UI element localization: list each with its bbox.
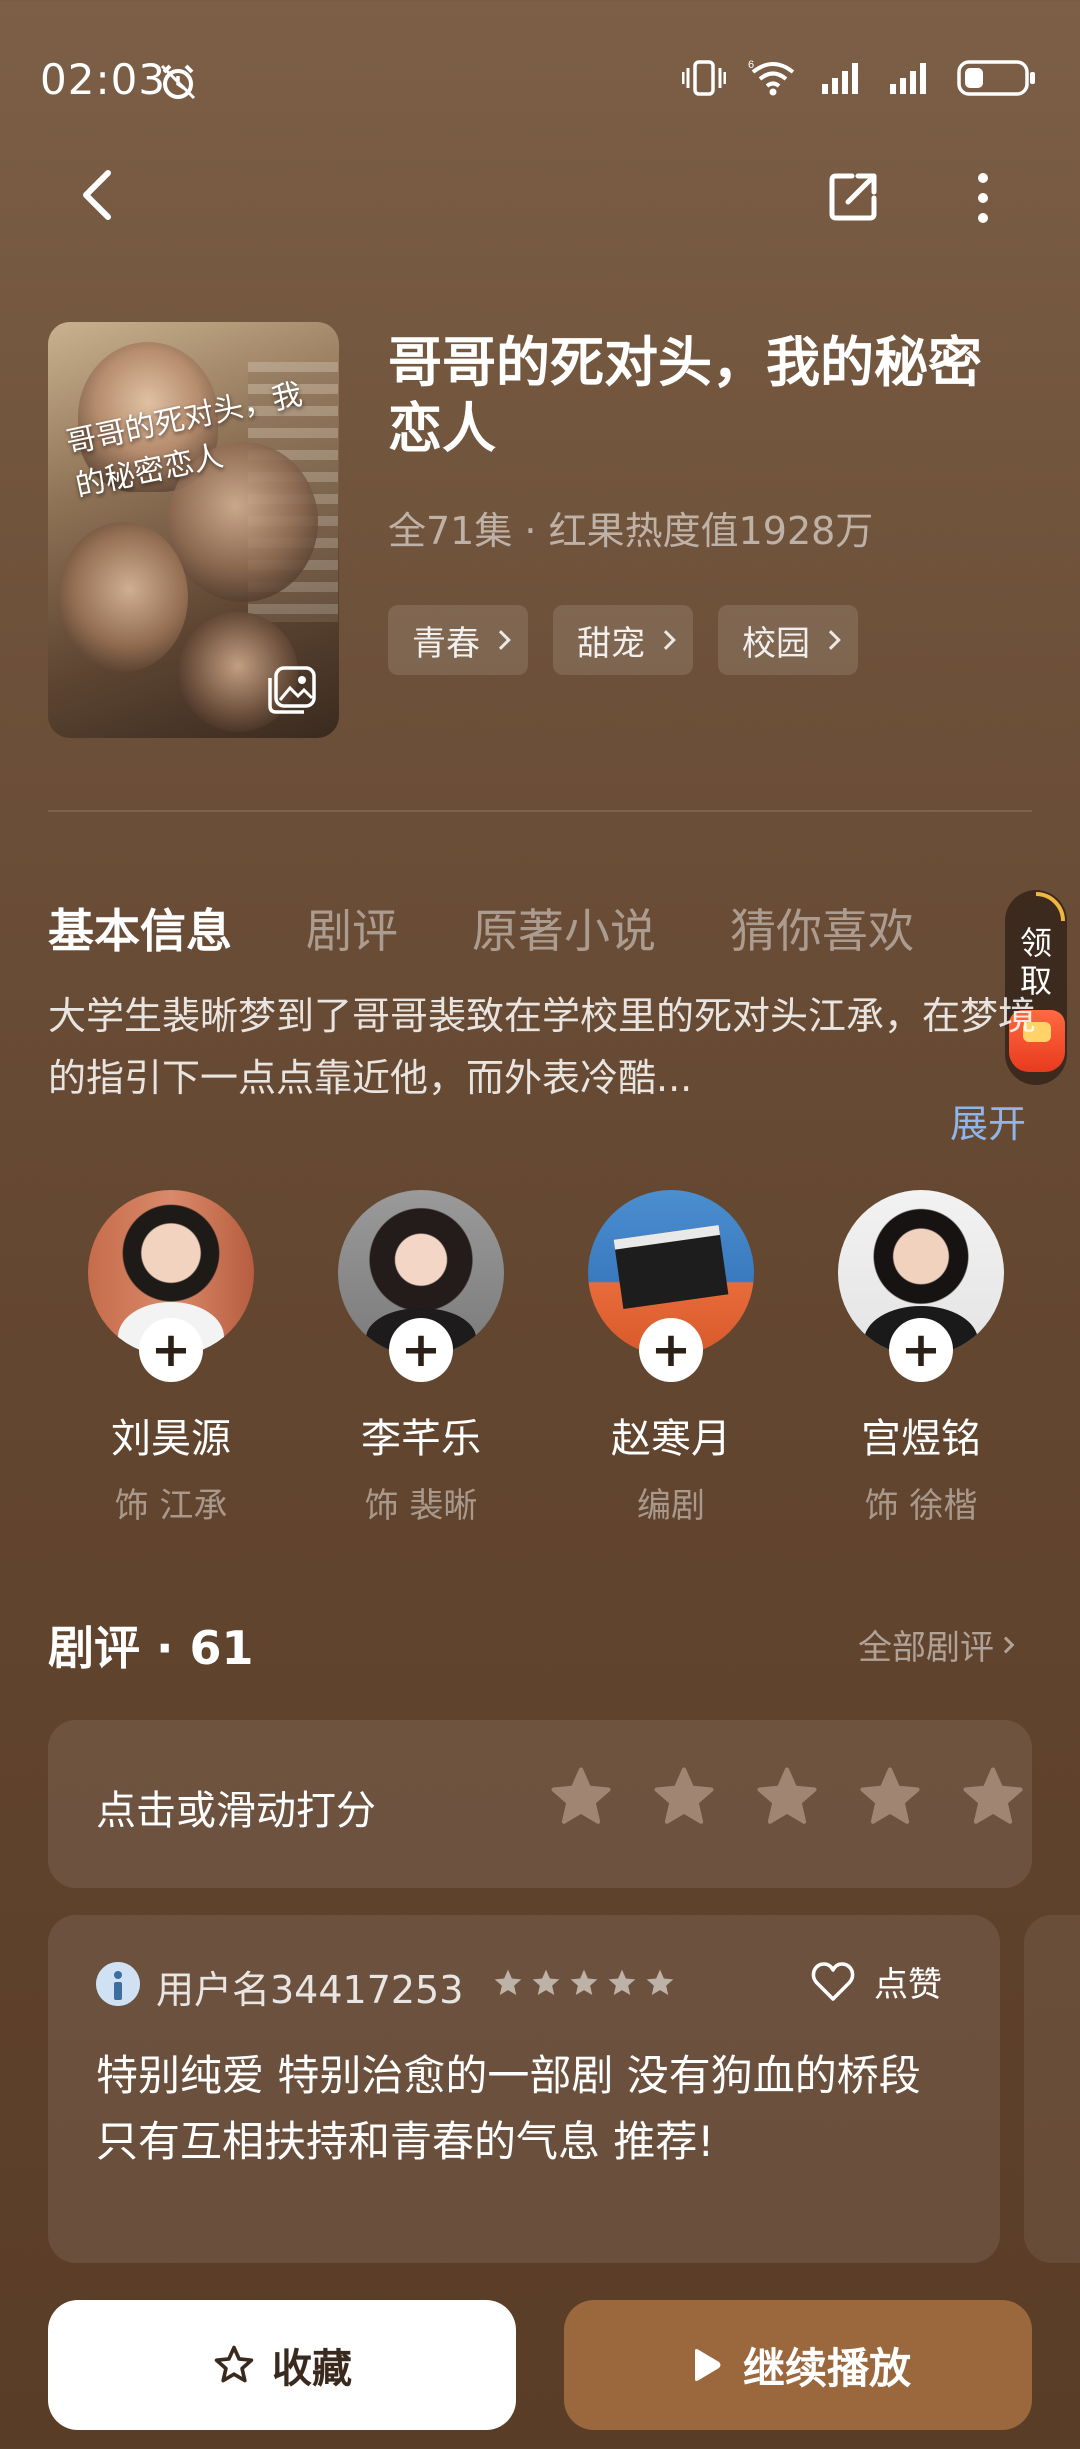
review-card-next[interactable] [1024, 1915, 1080, 2263]
divider [48, 810, 1032, 812]
star-icon [494, 1969, 522, 1995]
continue-play-label: 继续播放 [742, 2343, 911, 2393]
follow-button[interactable]: + [889, 1318, 953, 1382]
review-stars [492, 1967, 676, 1999]
tag-chip[interactable]: 青春 [388, 605, 528, 675]
avatar[interactable]: + [588, 1190, 754, 1382]
cast-list: + 刘昊源 饰 江承 + 李芊乐 饰 裴晰 + 赵寒月 编剧 + 宫煜铭 饰 徐… [0, 1190, 1080, 1530]
expand-link[interactable]: 展开 [950, 1093, 1026, 1148]
cast-role: 饰 裴晰 [364, 1486, 478, 1526]
share-icon[interactable] [826, 168, 882, 224]
chevron-right-icon [656, 630, 676, 650]
tab-recommendations[interactable]: 猜你喜欢 [730, 895, 914, 961]
cast-name: 赵寒月 [611, 1416, 731, 1462]
user-avatar [96, 1962, 140, 2006]
cast-member[interactable]: + 李芊乐 饰 裴晰 [311, 1190, 531, 1527]
show-poster[interactable]: 哥哥的死对头，我的秘密恋人 [48, 322, 339, 738]
tab-reviews[interactable]: 剧评 [306, 895, 398, 961]
user-icon [96, 1962, 140, 2006]
like-button[interactable]: 点赞 [810, 1957, 942, 2006]
tag-chip[interactable]: 甜宠 [553, 605, 693, 675]
heart-icon [811, 1961, 855, 2001]
chevron-right-icon [491, 630, 511, 650]
chevron-right-icon [821, 630, 841, 650]
like-label: 点赞 [874, 1965, 942, 2005]
chevron-right-icon [997, 1636, 1015, 1653]
rate-prompt: 点击或滑动打分 [96, 1788, 376, 1834]
star-icon[interactable] [548, 1764, 614, 1830]
cast-member[interactable]: + 宫煜铭 饰 徐楷 [811, 1190, 1031, 1527]
more-icon[interactable] [968, 168, 998, 228]
star-icon[interactable] [960, 1764, 1026, 1830]
favorite-label: 收藏 [272, 2346, 352, 2392]
review-text: 特别纯爱 特别治愈的一部剧 没有狗血的桥段 只有互相扶持和青春的气息 推荐! [96, 2051, 921, 2166]
tab-original-novel[interactable]: 原著小说 [472, 895, 656, 961]
cast-member[interactable]: + 刘昊源 饰 江承 [61, 1190, 281, 1527]
favorite-button[interactable]: 收藏 [48, 2300, 516, 2430]
tag-list: 青春 甜宠 校园 [388, 605, 858, 675]
all-reviews-link[interactable]: 全部剧评 [858, 1620, 1015, 1669]
status-time: 02:03 [40, 55, 167, 104]
star-icon [608, 1969, 636, 1995]
star-icon[interactable] [651, 1764, 717, 1830]
follow-button[interactable]: + [139, 1318, 203, 1382]
synopsis-text: 大学生裴晰梦到了哥哥裴致在学校里的死对头江承，在梦境的指引下一点点靠近他，而外表… [48, 994, 1037, 1100]
review-card[interactable]: 用户名34417253 点赞 特别纯爱 特别治愈的一部剧 没有狗血的桥段 只有互… [48, 1915, 1000, 2263]
follow-button[interactable]: + [389, 1318, 453, 1382]
cast-role: 编剧 [637, 1486, 705, 1526]
show-meta: 全71集 · 红果热度值1928万 [388, 509, 874, 553]
review-username: 用户名34417253 [156, 1968, 464, 2012]
status-bar: 02:03 6 [0, 0, 1080, 160]
rating-card: 点击或滑动打分 [48, 1720, 1032, 1888]
svg-text:6: 6 [748, 59, 754, 71]
tab-basic-info[interactable]: 基本信息 [48, 895, 232, 961]
signal-icon [890, 63, 926, 94]
cast-name: 刘昊源 [111, 1416, 231, 1462]
follow-button[interactable]: + [639, 1318, 703, 1382]
cast-role: 饰 徐楷 [864, 1486, 978, 1526]
cast-member[interactable]: + 赵寒月 编剧 [561, 1190, 781, 1527]
status-icons: 6 [682, 58, 1036, 98]
signal-icon [822, 63, 858, 94]
star-icon [570, 1969, 598, 1995]
rating-stars[interactable] [548, 1764, 1026, 1830]
avatar[interactable]: + [88, 1190, 254, 1382]
alarm-icon [160, 64, 196, 100]
star-icon[interactable] [857, 1764, 923, 1830]
cast-name: 李芊乐 [361, 1416, 481, 1462]
show-title: 哥哥的死对头，我的秘密恋人 [388, 331, 982, 460]
play-icon [694, 2349, 721, 2381]
vibrate-icon [682, 60, 726, 96]
star-icon [532, 1969, 560, 1995]
star-outline-icon [214, 2345, 254, 2383]
cast-name: 宫煜铭 [861, 1416, 981, 1462]
avatar[interactable]: + [338, 1190, 504, 1382]
star-icon [646, 1969, 674, 1995]
continue-play-button[interactable]: 继续播放 [564, 2300, 1032, 2430]
avatar[interactable]: + [838, 1190, 1004, 1382]
reviews-title: 剧评 · 61 [48, 1621, 254, 1675]
gallery-icon[interactable] [266, 664, 318, 716]
cast-role: 饰 江承 [114, 1486, 228, 1526]
battery-icon [957, 60, 1035, 96]
tab-bar: 基本信息 剧评 原著小说 猜你喜欢 [48, 895, 914, 961]
back-icon[interactable] [72, 165, 122, 225]
star-icon[interactable] [754, 1764, 820, 1830]
tag-chip[interactable]: 校园 [718, 605, 858, 675]
wifi-icon: 6 [748, 59, 795, 96]
